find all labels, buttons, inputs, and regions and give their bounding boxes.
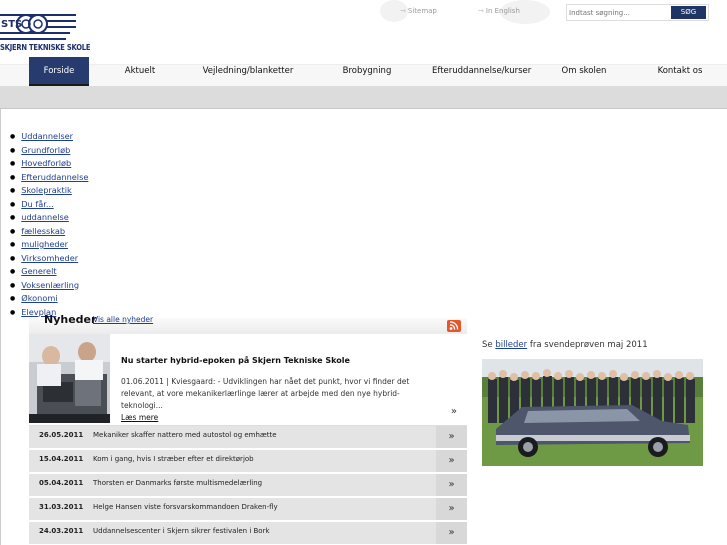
- chevron-right-icon[interactable]: »: [436, 474, 467, 496]
- featured-news-text: 01.06.2011 | Kviesgaard: - Udviklingen h…: [121, 377, 410, 410]
- news-title: Nyheder: [44, 313, 97, 326]
- side-menu-link[interactable]: Økonomi: [21, 293, 57, 303]
- news-headline[interactable]: Kom i gang, hvis I stræber efter et dire…: [93, 455, 254, 463]
- nav-item-forside[interactable]: Forside: [29, 57, 89, 87]
- caption-text: Se: [482, 340, 493, 350]
- sitemap-link[interactable]: ⇾ Sitemap: [400, 7, 437, 15]
- side-menu-link[interactable]: Generelt: [21, 266, 56, 276]
- news-header: Nyheder Vis alle nyheder: [29, 313, 467, 334]
- side-menu-item[interactable]: Grundforløb: [10, 144, 88, 158]
- news-headline[interactable]: Thorsten er Danmarks første multismedelæ…: [93, 479, 262, 487]
- news-date: 05.04.2011: [39, 479, 84, 487]
- side-menu-link[interactable]: Grundforløb: [21, 145, 70, 155]
- school-name: SKJERN TEKNISKE SKOLE: [0, 43, 91, 52]
- english-link[interactable]: ⇾ In English: [478, 7, 520, 15]
- side-menu-link[interactable]: fællesskab: [21, 226, 65, 236]
- side-menu-link[interactable]: Efteruddannelse: [21, 172, 88, 182]
- search-box: SØG: [566, 4, 709, 21]
- photo-aside: Se billeder fra svendeprøven maj 2011: [482, 340, 704, 466]
- chevron-right-icon[interactable]: »: [436, 498, 467, 520]
- news-date: 26.05.2011: [39, 431, 84, 439]
- graduation-photo[interactable]: [482, 359, 703, 466]
- chevron-right-icon[interactable]: »: [436, 450, 467, 472]
- svg-text:STS: STS: [1, 19, 22, 30]
- side-menu-item[interactable]: Generelt: [10, 265, 88, 279]
- main-nav: Forside Aktuelt Vejledning/blanketter Br…: [0, 57, 727, 87]
- nav-item-brobygning[interactable]: Brobygning: [335, 57, 399, 87]
- side-menu-item[interactable]: Voksenlærling: [10, 279, 88, 293]
- nav-item-om-skolen[interactable]: Om skolen: [552, 57, 616, 87]
- featured-news-body: 01.06.2011 | Kviesgaard: - Udviklingen h…: [121, 376, 441, 424]
- side-menu-item[interactable]: uddannelse: [10, 211, 88, 225]
- side-menu-link[interactable]: Skolepraktik: [21, 185, 72, 195]
- news-item[interactable]: 24.03.2011 Uddannelsescenter i Skjern si…: [29, 522, 467, 545]
- featured-news-title[interactable]: Nu starter hybrid-epoken på Skjern Tekni…: [121, 356, 350, 365]
- nav-item-aktuelt[interactable]: Aktuelt: [110, 57, 170, 87]
- school-logo[interactable]: STS SKJERN TEKNISKE SKOLE: [0, 10, 90, 56]
- news-date: 31.03.2011: [39, 503, 84, 511]
- news-headline[interactable]: Mekaniker skaffer nattero med autostol o…: [93, 431, 277, 439]
- english-label: In English: [485, 7, 520, 15]
- side-menu-item[interactable]: Virksomheder: [10, 252, 88, 266]
- side-menu: Uddannelser Grundforløb Hovedforløb Efte…: [10, 130, 88, 319]
- side-menu-link[interactable]: Uddannelser: [21, 131, 73, 141]
- news-date: 15.04.2011: [39, 455, 84, 463]
- search-input[interactable]: [569, 6, 669, 19]
- divider: [0, 109, 1, 545]
- chevron-right-icon[interactable]: »: [451, 406, 457, 417]
- read-more-link[interactable]: Læs mere: [121, 413, 158, 422]
- chevron-right-icon[interactable]: »: [436, 522, 467, 544]
- side-menu-link[interactable]: Du får...: [21, 199, 53, 209]
- group-photo: [482, 359, 703, 466]
- side-menu-link[interactable]: Hovedforløb: [21, 158, 71, 168]
- side-menu-item[interactable]: Hovedforløb: [10, 157, 88, 171]
- arrow-icon: ⇾: [400, 7, 406, 15]
- news-item[interactable]: 26.05.2011 Mekaniker skaffer nattero med…: [29, 426, 467, 449]
- side-menu-link[interactable]: uddannelse: [21, 212, 69, 222]
- mechanic-photo: [29, 334, 110, 423]
- side-menu-item[interactable]: muligheder: [10, 238, 88, 252]
- nav-item-efteruddannelse[interactable]: Efteruddannelse/kurser: [432, 57, 531, 87]
- news-item[interactable]: 31.03.2011 Helge Hansen viste forsvarsko…: [29, 498, 467, 521]
- news-panel: Nyheder Vis alle nyheder Nu starter hybr…: [29, 313, 467, 545]
- featured-news-photo[interactable]: [29, 334, 110, 423]
- rss-icon[interactable]: [447, 320, 461, 332]
- side-menu-item[interactable]: fællesskab: [10, 225, 88, 239]
- news-headline[interactable]: Helge Hansen viste forsvarskommandoen Dr…: [93, 503, 278, 511]
- news-item[interactable]: 05.04.2011 Thorsten er Danmarks første m…: [29, 474, 467, 497]
- sub-band: [0, 86, 727, 109]
- nav-item-vejledning[interactable]: Vejledning/blanketter: [192, 57, 304, 87]
- news-headline[interactable]: Uddannelsescenter i Skjern sikrer festiv…: [93, 527, 270, 535]
- all-news-link[interactable]: Vis alle nyheder: [93, 315, 153, 324]
- photo-caption: Se billeder fra svendeprøven maj 2011: [482, 340, 704, 350]
- chevron-right-icon[interactable]: »: [436, 426, 467, 448]
- side-menu-item[interactable]: Efteruddannelse: [10, 171, 88, 185]
- side-menu-item[interactable]: Økonomi: [10, 292, 88, 306]
- logo-mark: STS: [0, 14, 76, 40]
- side-menu-item[interactable]: Du får...: [10, 198, 88, 212]
- search-button[interactable]: SØG: [671, 6, 706, 19]
- featured-news: Nu starter hybrid-epoken på Skjern Tekni…: [29, 334, 467, 426]
- side-menu-link[interactable]: muligheder: [21, 239, 68, 249]
- side-menu-link[interactable]: Voksenlærling: [21, 280, 79, 290]
- nav-item-kontakt[interactable]: Kontakt os: [648, 57, 712, 87]
- news-date: 24.03.2011: [39, 527, 84, 535]
- side-menu-link[interactable]: Virksomheder: [21, 253, 78, 263]
- sitemap-label: Sitemap: [407, 7, 437, 15]
- arrow-icon: ⇾: [478, 7, 484, 15]
- photos-link[interactable]: billeder: [495, 340, 527, 350]
- side-menu-item[interactable]: Skolepraktik: [10, 184, 88, 198]
- news-item[interactable]: 15.04.2011 Kom i gang, hvis I stræber ef…: [29, 450, 467, 473]
- side-menu-item[interactable]: Uddannelser: [10, 130, 88, 144]
- top-header: STS SKJERN TEKNISKE SKOLE ⇾ Sitemap ⇾ In E…: [0, 0, 727, 60]
- caption-text: fra svendeprøven maj 2011: [529, 340, 648, 350]
